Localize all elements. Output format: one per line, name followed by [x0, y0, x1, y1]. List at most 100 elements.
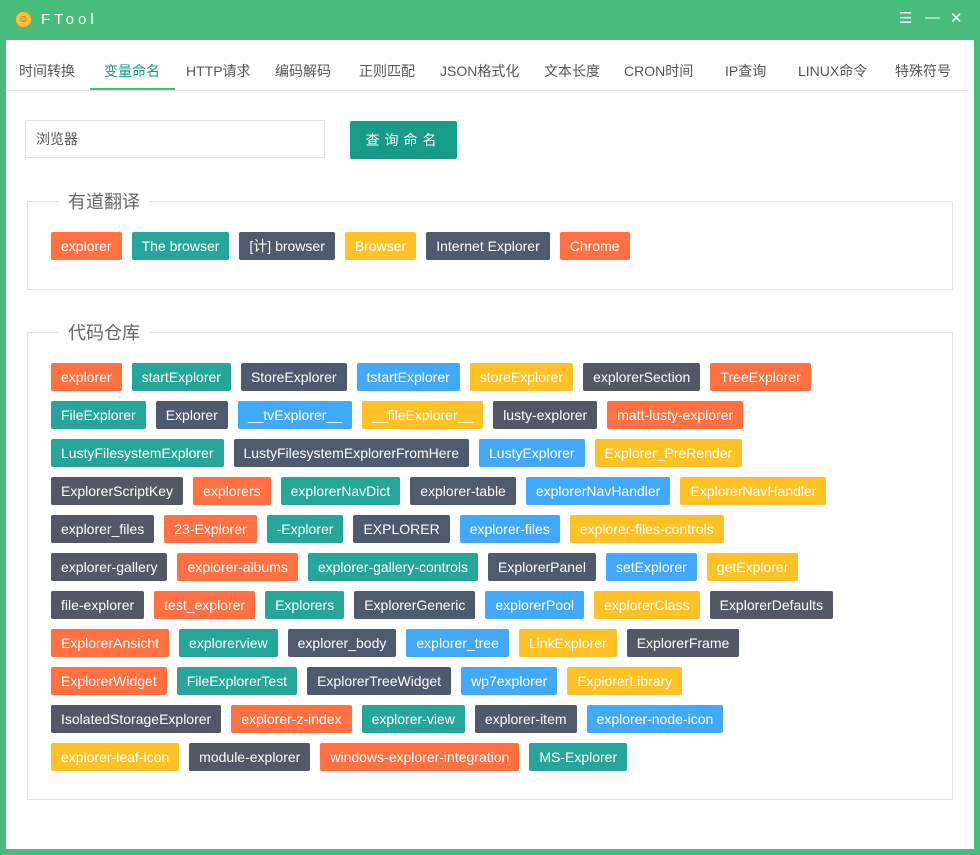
name-tag[interactable]: EXPLORER — [353, 515, 450, 543]
name-tag[interactable]: lusty-explorer — [493, 401, 598, 429]
name-tag[interactable]: ExplorerWidget — [51, 667, 167, 695]
name-tag[interactable]: ExplorerDefaults — [709, 591, 834, 619]
name-tag[interactable]: explorerClass — [593, 591, 700, 619]
menu-icon[interactable]: ☰ — [899, 9, 912, 27]
name-tag[interactable]: LinkExplorer — [518, 629, 617, 657]
name-tag[interactable]: -Explorer — [266, 515, 344, 543]
name-tag[interactable]: Chrome — [559, 232, 630, 260]
name-tag[interactable]: Explorer_PreRender — [594, 439, 743, 467]
name-tag[interactable]: ExplorerLibrary — [567, 667, 683, 695]
name-tag[interactable]: MS-Explorer — [529, 743, 628, 771]
name-tag[interactable]: LustyFilesystemExplorerFromHere — [233, 439, 469, 467]
name-tag[interactable]: module-explorer — [189, 743, 311, 771]
tab-8[interactable]: IP查询 — [725, 61, 766, 81]
name-tag[interactable]: ExplorerScriptKey — [51, 477, 184, 505]
search-input[interactable]: 浏览器 — [25, 120, 325, 158]
name-tag[interactable]: explorerNavDict — [280, 477, 401, 505]
name-tag[interactable]: explorer-gallery-controls — [307, 553, 479, 581]
name-tag[interactable]: The browser — [131, 232, 230, 260]
section-title: 有道翻译 — [58, 188, 150, 214]
tag-row: explorer_files 23-Explorer -Explorer EXPLOR… — [51, 515, 952, 543]
tab-7[interactable]: CRON时间 — [624, 61, 693, 81]
name-tag[interactable]: Browser — [344, 232, 417, 260]
name-tag[interactable]: test_explorer — [154, 591, 256, 619]
name-tag[interactable]: [计] browser — [239, 232, 335, 260]
section-title: 代码仓库 — [58, 319, 150, 345]
tag-row: file-explorer test_explorer Explorers Explo… — [51, 591, 952, 619]
tag-row: explorer startExplorer StoreExplorer tstart… — [51, 363, 952, 391]
name-tag[interactable]: 23-Explorer — [164, 515, 257, 543]
name-tag[interactable]: storeExplorer — [469, 363, 574, 391]
name-tag[interactable]: explorer_body — [287, 629, 397, 657]
query-button[interactable]: 查询命名 — [350, 121, 457, 159]
tag-row: explorer-leaf-icon module-explorer windows… — [51, 743, 952, 771]
name-tag[interactable]: explorer-node-icon — [586, 705, 724, 733]
name-tag[interactable]: IsolatedStorageExplorer — [51, 705, 222, 733]
minimize-icon[interactable]: — — [925, 9, 940, 26]
name-tag[interactable]: explorer-albums — [177, 553, 298, 581]
tag-row: ExplorerWidget FileExplorerTest ExplorerTr… — [51, 667, 952, 695]
tag-row: explorer-gallery explorer-albums explorer-… — [51, 553, 952, 581]
tab-1[interactable]: 变量命名 — [104, 61, 160, 81]
name-tag[interactable]: explorers — [193, 477, 271, 505]
tab-5[interactable]: JSON格式化 — [440, 61, 519, 81]
tag-row: explorer The browser [计] browser Browser Int… — [51, 232, 952, 260]
name-tag[interactable]: tstartExplorer — [356, 363, 460, 391]
active-tab-indicator — [90, 88, 175, 90]
name-tag[interactable]: getExplorer — [706, 553, 799, 581]
name-tag[interactable]: explorer-z-index — [231, 705, 352, 733]
name-tag[interactable]: FileExplorerTest — [176, 667, 298, 695]
name-tag[interactable]: Internet Explorer — [426, 232, 550, 260]
name-tag[interactable]: TreeExplorer — [710, 363, 811, 391]
name-tag[interactable]: explorer-files-controls — [569, 515, 724, 543]
name-tag[interactable]: ExplorerTreeWidget — [307, 667, 452, 695]
name-tag[interactable]: FileExplorer — [51, 401, 146, 429]
name-tag[interactable]: ExplorerFrame — [626, 629, 740, 657]
tab-9[interactable]: LINUX命令 — [798, 61, 867, 81]
name-tag[interactable]: explorer-files — [459, 515, 560, 543]
tag-row: FileExplorer Explorer __tvExplorer__ __file… — [51, 401, 952, 429]
name-tag[interactable]: StoreExplorer — [240, 363, 347, 391]
tab-10[interactable]: 特殊符号 — [895, 61, 951, 81]
close-icon[interactable]: ✕ — [950, 9, 963, 27]
name-tag[interactable]: explorer-leaf-icon — [51, 743, 180, 771]
name-tag[interactable]: explorer — [51, 232, 122, 260]
tab-0[interactable]: 时间转换 — [19, 61, 75, 81]
name-tag[interactable]: wp7explorer — [461, 667, 558, 695]
tab-4[interactable]: 正则匹配 — [359, 61, 415, 81]
name-tag[interactable]: __tvExplorer__ — [237, 401, 353, 429]
name-tag[interactable]: explorerNavHandler — [525, 477, 671, 505]
main-content: 时间转换 变量命名 HTTP请求 编码解码 正则匹配 JSON格式化 文本长度 CRON时间 I… — [6, 40, 974, 849]
name-tag[interactable]: ExplorerGeneric — [354, 591, 476, 619]
name-tag[interactable]: file-explorer — [51, 591, 145, 619]
name-tag[interactable]: explorer-view — [361, 705, 465, 733]
name-tag[interactable]: explorer-gallery — [51, 553, 168, 581]
name-tag[interactable]: startExplorer — [131, 363, 231, 391]
tab-3[interactable]: 编码解码 — [275, 61, 331, 81]
name-tag[interactable]: __fileExplorer__ — [362, 401, 484, 429]
name-tag[interactable]: Explorers — [265, 591, 345, 619]
name-tag[interactable]: explorer_files — [51, 515, 155, 543]
name-tag[interactable]: windows-explorer-integration — [320, 743, 520, 771]
name-tag[interactable]: explorerSection — [583, 363, 701, 391]
name-tag[interactable]: LustyExplorer — [479, 439, 585, 467]
tag-row: IsolatedStorageExplorer explorer-z-index e… — [51, 705, 952, 733]
name-tag[interactable]: explorer-table — [410, 477, 516, 505]
tag-row: ExplorerScriptKey explorers explorerNavDic… — [51, 477, 952, 505]
tab-6[interactable]: 文本长度 — [544, 61, 600, 81]
name-tag[interactable]: explorer-item — [474, 705, 577, 733]
name-tag[interactable]: Explorer — [155, 401, 228, 429]
name-tag[interactable]: ExplorerPanel — [488, 553, 596, 581]
tab-2[interactable]: HTTP请求 — [186, 61, 251, 81]
name-tag[interactable]: explorer — [51, 363, 122, 391]
youdao-section: 有道翻译 explorer The browser [计] browser Brows… — [27, 188, 953, 290]
name-tag[interactable]: explorerview — [179, 629, 278, 657]
name-tag[interactable]: ExplorerAnsicht — [51, 629, 170, 657]
name-tag[interactable]: matt-lusty-explorer — [607, 401, 744, 429]
title-bar: ☺ FTool ☰ — ✕ — [0, 0, 980, 40]
name-tag[interactable]: explorerPool — [485, 591, 584, 619]
name-tag[interactable]: LustyFilesystemExplorer — [51, 439, 224, 467]
name-tag[interactable]: explorer_tree — [406, 629, 509, 657]
name-tag[interactable]: setExplorer — [605, 553, 697, 581]
name-tag[interactable]: ExplorerNavHandler — [680, 477, 827, 505]
